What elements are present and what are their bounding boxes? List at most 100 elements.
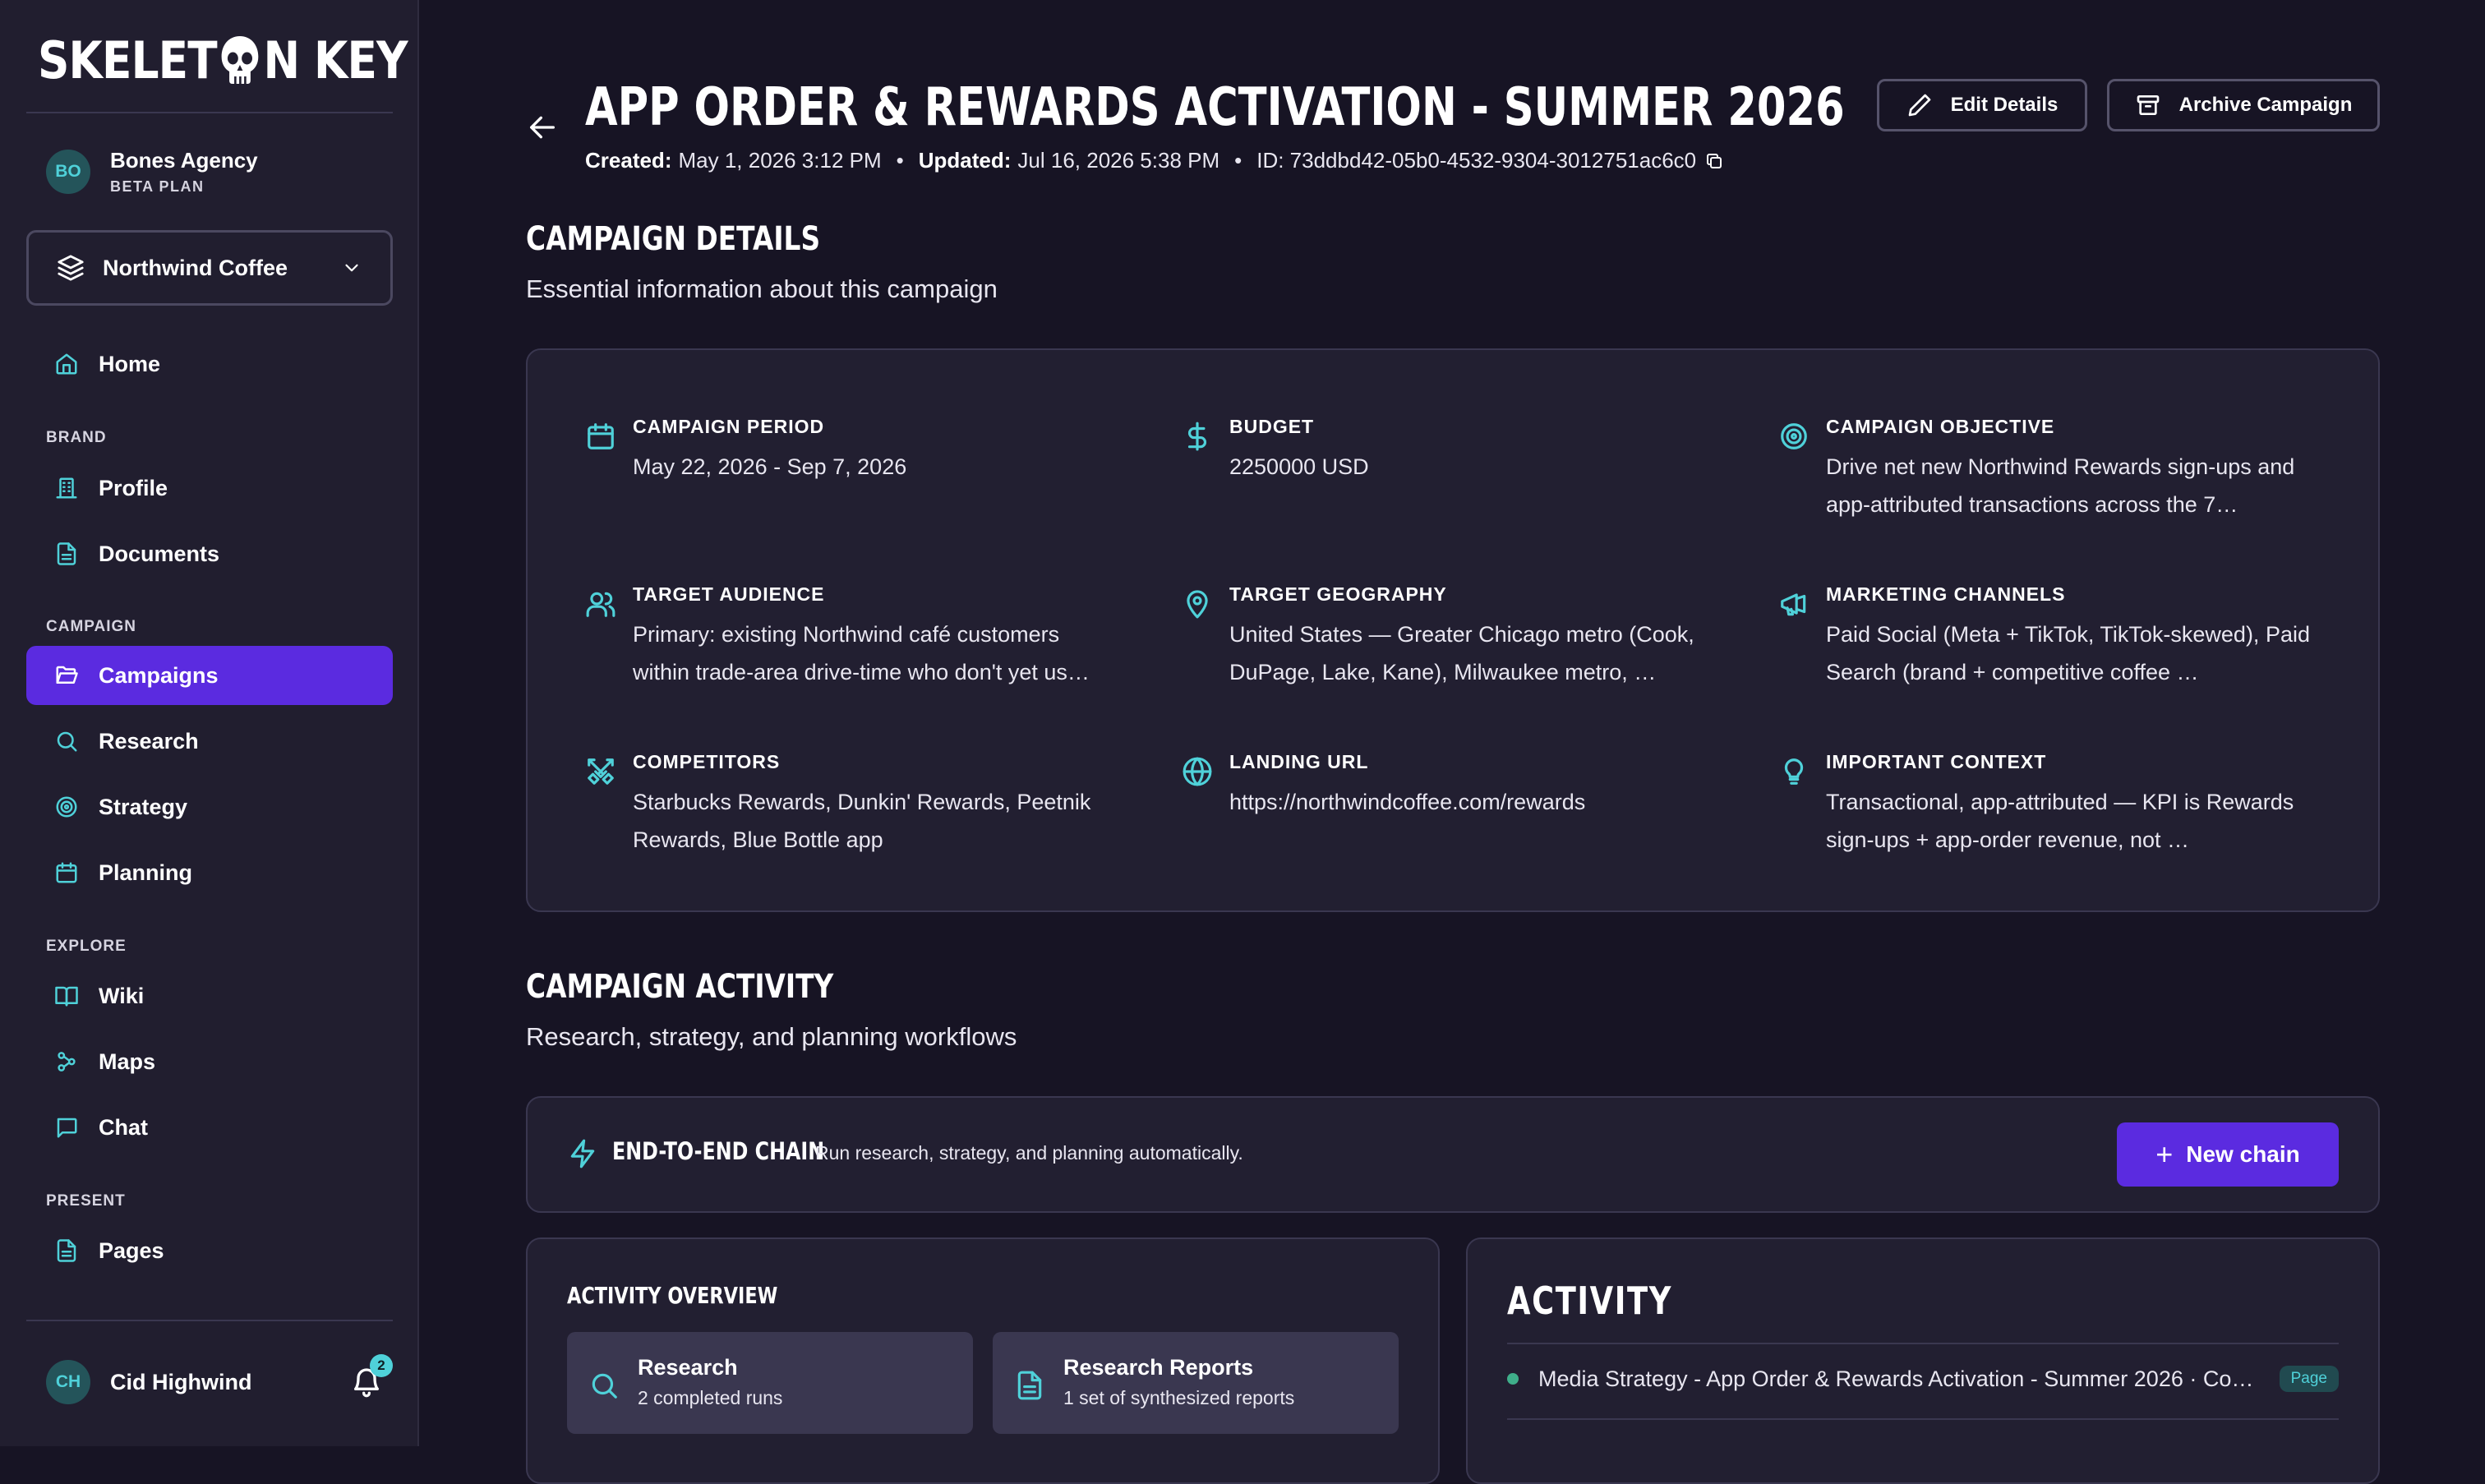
brand-selector-value: Northwind Coffee [103,255,288,280]
arrow-left-icon [530,116,555,139]
campaign-details-subtitle: Essential information about this campaig… [526,274,998,303]
sidebar-item-label: Maps [99,1048,156,1074]
detail-important-context: IMPORTANT CONTEXT Transactional, app-attr… [1778,751,2296,859]
logo-text-2: N KEY [263,30,408,90]
notification-count-badge: 2 [370,1354,393,1377]
new-chain-button[interactable]: + New chain [2117,1122,2339,1187]
dollar-icon [1187,422,1206,451]
activity-overview-title: ACTIVITY OVERVIEW [567,1282,778,1309]
detail-landing-url: LANDING URL https://northwindcoffee.com/r… [1182,751,1699,821]
campaign-details-title: CAMPAIGN DETAILS [526,220,821,258]
sidebar-item-documents[interactable]: Documents [26,524,393,583]
workflow-icon [58,1052,76,1072]
updated-label: Updated: [918,148,1012,173]
sidebar-item-maps[interactable]: Maps [26,1032,393,1091]
detail-value: Transactional, app-attributed — KPI is R… [1826,790,2294,852]
agency-avatar: BO [46,150,90,194]
detail-value: May 22, 2026 - Sep 7, 2026 [633,454,907,479]
sidebar-item-wiki[interactable]: Wiki [26,966,393,1025]
detail-campaign-period: CAMPAIGN PERIOD May 22, 2026 - Sep 7, 202… [585,416,1103,486]
logo-text-1: SKELET [38,30,218,90]
detail-label: MARKETING CHANNELS [1826,583,2066,605]
nav-section-explore: EXPLORE [46,938,127,955]
detail-target-audience: TARGET AUDIENCE Primary: existing Northwi… [585,583,1103,691]
detail-value: United States — Greater Chicago metro (C… [1229,622,1694,684]
sidebar-item-label: Home [99,351,161,376]
detail-label: CAMPAIGN PERIOD [633,416,825,437]
sidebar-item-chat[interactable]: Chat [26,1098,393,1157]
created-date: May 1, 2026 3:12 PM [678,148,882,173]
file-text-icon [1017,1371,1042,1400]
target-icon [1781,423,1807,449]
detail-campaign-objective: CAMPAIGN OBJECTIVE Drive net new Northwin… [1778,416,2296,523]
sidebar: SKELET N KEY BO Bones Agency BETA PLAN No… [0,0,419,1446]
plus-icon: + [2155,1137,2174,1171]
sidebar-item-profile[interactable]: Profile [26,459,393,518]
search-icon [57,731,77,752]
notifications-button[interactable]: 2 [350,1354,393,1399]
nav-section-brand: BRAND [46,429,107,446]
brand-selector[interactable]: Northwind Coffee [26,230,393,306]
back-button[interactable] [526,111,559,144]
app-logo[interactable]: SKELET N KEY [38,30,408,90]
tile-subtitle: 2 completed runs [638,1387,783,1408]
book-open-icon [55,986,78,1007]
search-icon [592,1373,617,1399]
detail-label: CAMPAIGN OBJECTIVE [1826,416,2055,437]
copy-id-button[interactable] [1704,151,1724,171]
detail-label: LANDING URL [1229,751,1369,772]
activity-item[interactable]: Media Strategy - App Order & Rewards Act… [1507,1366,2339,1392]
chain-lightning [567,1137,598,1170]
sidebar-item-label: Research [99,728,199,754]
sidebar-item-strategy[interactable]: Strategy [26,777,393,836]
new-chain-label: New chain [2186,1141,2300,1167]
archive-campaign-button[interactable]: Archive Campaign [2107,79,2380,131]
home-icon [56,353,77,375]
sidebar-item-campaigns[interactable]: Campaigns [26,646,393,705]
detail-label: IMPORTANT CONTEXT [1826,751,2047,772]
agency-name: Bones Agency [110,148,258,173]
users-icon [586,592,615,617]
folder-open-icon [56,666,78,684]
detail-value: Primary: existing Northwind café custome… [633,622,1090,684]
megaphone-icon [1781,593,1806,616]
overview-tile-research[interactable]: Research 2 completed runs [567,1332,973,1434]
sidebar-item-home[interactable]: Home [26,334,393,394]
campaign-id: ID: 73ddbd42-05b0-4532-9304-3012751ac6c0 [1256,148,1697,173]
activity-item-tag: Page [2279,1366,2339,1392]
activity-title: ACTIVITY [1507,1279,1673,1323]
skull-icon [219,35,260,85]
sidebar-item-pages[interactable]: Pages [26,1221,393,1280]
edit-details-button[interactable]: Edit Details [1877,79,2087,131]
detail-value: Starbucks Rewards, Dunkin' Rewards, Peet… [633,790,1091,852]
detail-value: Paid Social (Meta + TikTok, TikTok-skewe… [1826,622,2310,684]
status-dot [1507,1373,1519,1385]
lightning-icon [570,1139,595,1168]
detail-competitors: COMPETITORS Starbucks Rewards, Dunkin' Re… [585,751,1103,859]
sidebar-item-label: Wiki [99,983,145,1008]
file-text-icon [57,1239,76,1262]
detail-label: COMPETITORS [633,751,781,772]
sidebar-item-research[interactable]: Research [26,712,393,771]
updated-date: Jul 16, 2026 5:38 PM [1017,148,1220,173]
detail-target-geography: TARGET GEOGRAPHY United States — Greater … [1182,583,1699,691]
page-title: APP ORDER & REWARDS ACTIVATION - SUMMER … [585,77,1845,138]
map-pin-icon [1187,590,1208,619]
agency-info[interactable]: BO Bones Agency BETA PLAN [46,148,258,196]
created-label: Created: [585,148,672,173]
document-icon [57,542,76,565]
activity-divider [1507,1418,2339,1420]
layers-icon [58,255,84,281]
pencil-icon [1908,94,1930,117]
detail-label: BUDGET [1229,416,1315,437]
detail-budget: BUDGET 2250000 USD [1182,416,1699,486]
campaign-details-card: CAMPAIGN PERIOD May 22, 2026 - Sep 7, 202… [526,348,2380,912]
activity-card [1466,1237,2380,1484]
sidebar-item-planning[interactable]: Planning [26,843,393,902]
activity-divider [1507,1343,2339,1344]
overview-tile-research-reports[interactable]: Research Reports 1 set of synthesized re… [993,1332,1399,1434]
nav-section-campaign: CAMPAIGN [46,618,137,635]
user-profile[interactable]: CH Cid Highwind 2 [46,1354,393,1404]
tile-subtitle: 1 set of synthesized reports [1063,1387,1295,1408]
detail-label: TARGET AUDIENCE [633,583,825,605]
